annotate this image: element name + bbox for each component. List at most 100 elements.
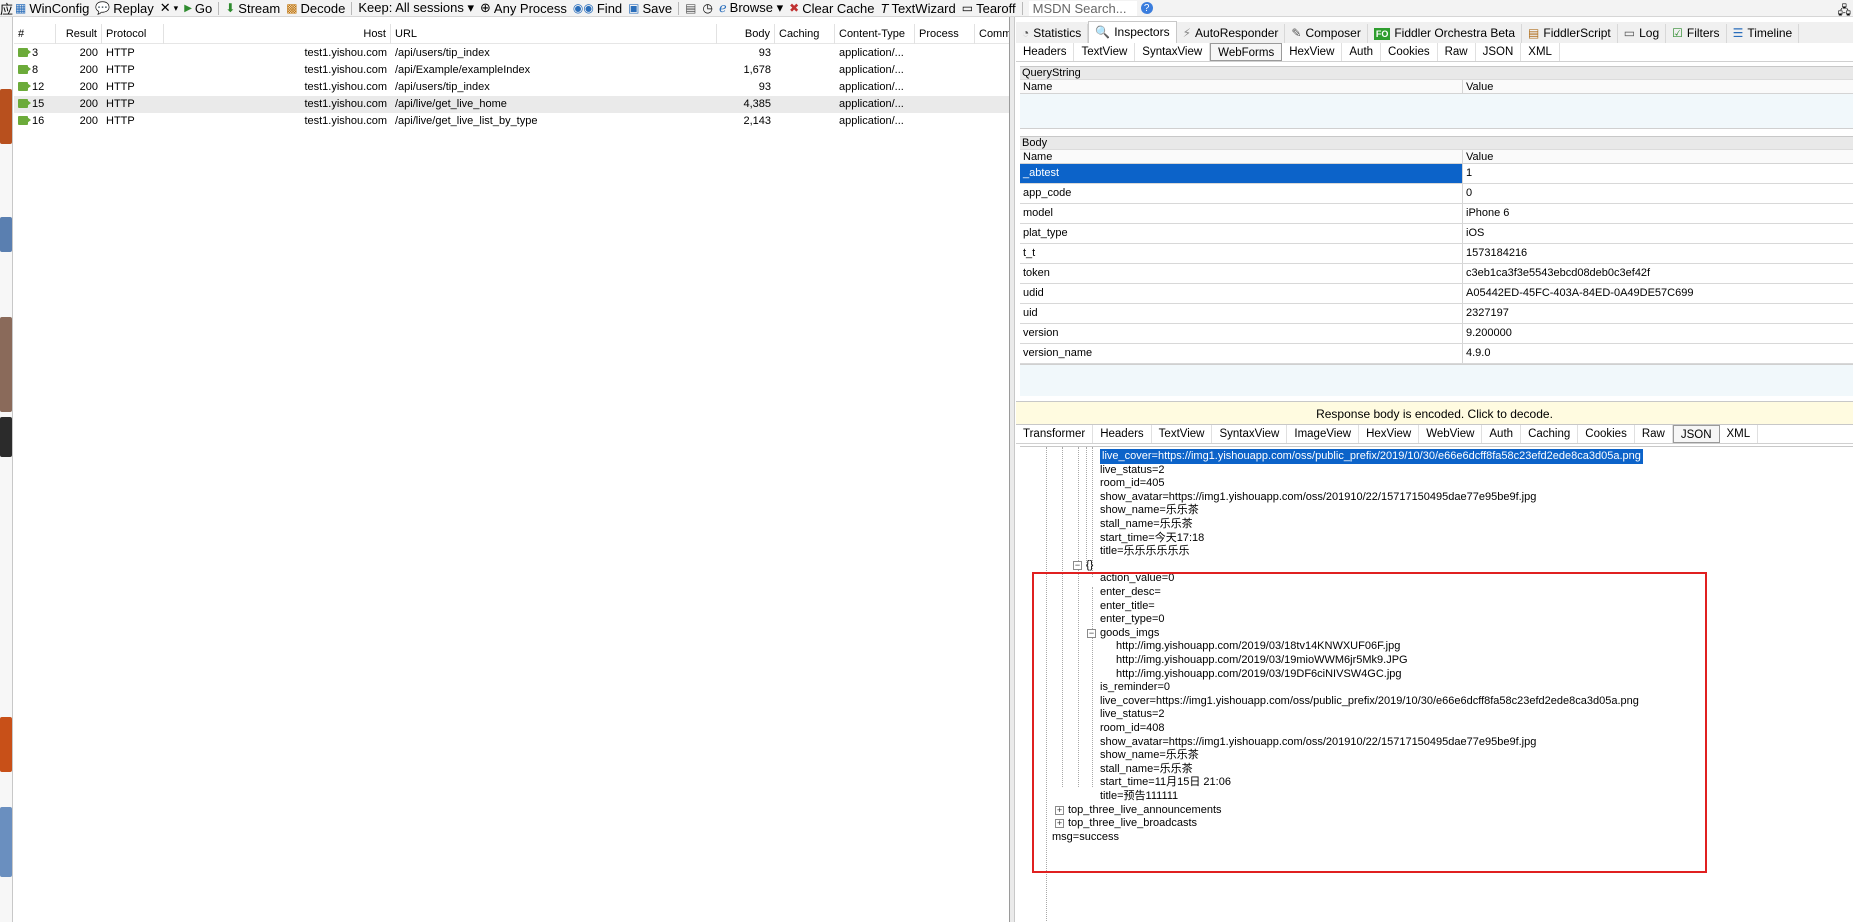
- help-icon[interactable]: ?: [1140, 2, 1153, 14]
- json-tree-node[interactable]: msg=success: [1052, 830, 1119, 845]
- session-row[interactable]: 12 200 HTTP test1.yishou.com/api/users/tip_…: [14, 79, 1014, 96]
- response-tab-webview[interactable]: WebView: [1419, 425, 1483, 443]
- find-button[interactable]: ◉◉ Find: [573, 1, 628, 16]
- collapse-node-icon[interactable]: −: [1087, 628, 1096, 638]
- request-tab-xml[interactable]: XML: [1521, 43, 1560, 61]
- save-button[interactable]: ▣ Save: [628, 1, 678, 16]
- column-header-result[interactable]: Result: [56, 24, 102, 44]
- any-process-button[interactable]: ⊕ Any Process: [480, 0, 573, 16]
- request-tab-cookies[interactable]: Cookies: [1381, 43, 1438, 61]
- tab-timeline[interactable]: ☰ Timeline: [1727, 24, 1800, 43]
- request-tab-json[interactable]: JSON: [1476, 43, 1522, 61]
- tab-statistics[interactable]: ◔ Statistics: [1016, 24, 1089, 43]
- body-value-header[interactable]: Value: [1463, 150, 1853, 163]
- tab-inspectors[interactable]: 🔍 Inspectors: [1088, 21, 1177, 43]
- session-row[interactable]: 3 200 HTTP test1.yishou.com/api/users/tip_i…: [14, 45, 1014, 62]
- timer-button[interactable]: ◷: [702, 1, 718, 15]
- tab-composer[interactable]: ✎ Composer: [1285, 24, 1368, 43]
- tab-autoresponder[interactable]: ⚡ AutoResponder: [1177, 24, 1286, 43]
- replay-button[interactable]: 💬 Replay: [95, 1, 159, 16]
- session-protocol: HTTP: [106, 98, 135, 110]
- tab-filters[interactable]: ☑ Filters: [1666, 24, 1727, 43]
- tab-log[interactable]: ▭ Log: [1618, 24, 1667, 43]
- request-tab-webforms[interactable]: WebForms: [1210, 43, 1283, 61]
- request-tab-syntaxview[interactable]: SyntaxView: [1135, 43, 1211, 61]
- column-header-host[interactable]: Host: [164, 24, 391, 44]
- session-row[interactable]: 16 200 HTTP test1.yishou.com/api/live/get_l…: [14, 113, 1014, 130]
- body-row[interactable]: version 9.200000: [1020, 324, 1853, 344]
- collapse-node-icon[interactable]: −: [1073, 560, 1082, 570]
- response-tab-caching[interactable]: Caching: [1521, 425, 1579, 443]
- request-tab-headers[interactable]: Headers: [1016, 43, 1075, 61]
- querystring-name-header[interactable]: Name: [1020, 80, 1463, 93]
- json-tree-node[interactable]: live_cover=https://img1.yishouapp.com/os…: [1100, 694, 1639, 709]
- decode-button[interactable]: ▩ Decode: [286, 1, 351, 16]
- body-row[interactable]: token c3eb1ca3f3e5543ebcd08deb0c3ef42f: [1020, 264, 1853, 284]
- fo-icon: FO: [1373, 27, 1391, 40]
- textwizard-button[interactable]: T TextWizard: [881, 1, 962, 16]
- go-button[interactable]: ▶ Go: [184, 1, 218, 16]
- column-header-content-type[interactable]: Content-Type: [835, 24, 915, 44]
- response-tab-headers[interactable]: Headers: [1093, 425, 1152, 443]
- response-tab-xml[interactable]: XML: [1720, 425, 1759, 443]
- session-host: test1.yishou.com: [304, 115, 387, 127]
- stream-button[interactable]: ⬇ Stream: [225, 1, 286, 16]
- json-tree-node[interactable]: live_cover=https://img1.yishouapp.com/os…: [1100, 449, 1643, 464]
- session-body-size: 93: [758, 47, 771, 59]
- session-body-size: 1,678: [743, 64, 771, 76]
- session-process: [915, 79, 975, 96]
- winconfig-button[interactable]: ▦ WinConfig: [15, 1, 95, 16]
- column-header-caching[interactable]: Caching: [775, 24, 835, 44]
- request-tab-hexview[interactable]: HexView: [1282, 43, 1343, 61]
- pane-splitter[interactable]: [1009, 17, 1015, 922]
- querystring-grid[interactable]: [1020, 94, 1853, 129]
- column-header-url[interactable]: URL: [391, 24, 717, 44]
- querystring-value-header[interactable]: Value: [1463, 80, 1853, 93]
- response-tab-hexview[interactable]: HexView: [1359, 425, 1420, 443]
- json-tree-node[interactable]: title=乐乐乐乐乐乐: [1100, 544, 1190, 559]
- body-row[interactable]: app_code 0: [1020, 184, 1853, 204]
- msdn-search-input[interactable]: MSDN Search...: [1028, 0, 1137, 16]
- keep-sessions-dropdown[interactable]: Keep: All sessions ▾: [358, 0, 480, 16]
- column-header-process[interactable]: Process: [915, 24, 975, 44]
- session-row[interactable]: 8 200 HTTP test1.yishou.com/api/Example/exa…: [14, 62, 1014, 79]
- response-tab-cookies[interactable]: Cookies: [1578, 425, 1635, 443]
- body-row[interactable]: version_name 4.9.0: [1020, 344, 1853, 364]
- expand-node-icon[interactable]: +: [1055, 805, 1064, 815]
- response-tab-syntaxview[interactable]: SyntaxView: [1212, 425, 1288, 443]
- column-header-protocol[interactable]: Protocol: [102, 24, 164, 44]
- response-tab-raw[interactable]: Raw: [1635, 425, 1673, 443]
- column-header-body[interactable]: Body: [717, 24, 775, 44]
- session-row[interactable]: 15 200 HTTP test1.yishou.com/api/live/get_l…: [14, 96, 1014, 113]
- body-row[interactable]: plat_type iOS: [1020, 224, 1853, 244]
- session-protocol: HTTP: [106, 81, 135, 93]
- tab-fiddler-orchestra[interactable]: FO Fiddler Orchestra Beta: [1368, 24, 1523, 43]
- column-header-number[interactable]: #: [14, 24, 56, 44]
- browse-button[interactable]: ℯ Browse ▾: [719, 0, 789, 16]
- session-result: 200: [79, 47, 98, 59]
- response-tab-auth[interactable]: Auth: [1482, 425, 1522, 443]
- response-tab-json[interactable]: JSON: [1672, 425, 1720, 443]
- clear-cache-button[interactable]: ✖ Clear Cache: [789, 1, 880, 16]
- remove-sessions-button[interactable]: ✕ ▾: [160, 0, 184, 16]
- body-row[interactable]: model iPhone 6: [1020, 204, 1853, 224]
- response-encoded-notice[interactable]: Response body is encoded. Click to decod…: [1016, 401, 1853, 425]
- body-name-header[interactable]: Name: [1020, 150, 1463, 163]
- sessions-list[interactable]: # Result Protocol Host URL Body Caching …: [14, 17, 1014, 922]
- tab-fiddlerscript[interactable]: ▤ FiddlerScript: [1522, 24, 1618, 43]
- response-tab-imageview[interactable]: ImageView: [1287, 425, 1360, 443]
- body-row[interactable]: _abtest 1: [1020, 164, 1853, 184]
- response-tab-textview[interactable]: TextView: [1152, 425, 1213, 443]
- request-tab-auth[interactable]: Auth: [1342, 43, 1382, 61]
- request-tab-textview[interactable]: TextView: [1074, 43, 1136, 61]
- body-row[interactable]: uid 2327197: [1020, 304, 1853, 324]
- request-tab-raw[interactable]: Raw: [1438, 43, 1476, 61]
- expand-node-icon[interactable]: +: [1055, 819, 1064, 829]
- json-tree[interactable]: live_cover=https://img1.yishouapp.com/os…: [1020, 446, 1853, 922]
- response-tab-transformer[interactable]: Transformer: [1016, 425, 1094, 443]
- body-row[interactable]: udid A05442ED-45FC-403A-84ED-0A49DE57C699: [1020, 284, 1853, 304]
- screenshot-button[interactable]: ▤: [685, 1, 702, 15]
- body-row[interactable]: t_t 1573184216: [1020, 244, 1853, 264]
- json-tree-node[interactable]: {}: [1086, 558, 1093, 573]
- tearoff-button[interactable]: ▭ Tearoff: [962, 1, 1022, 16]
